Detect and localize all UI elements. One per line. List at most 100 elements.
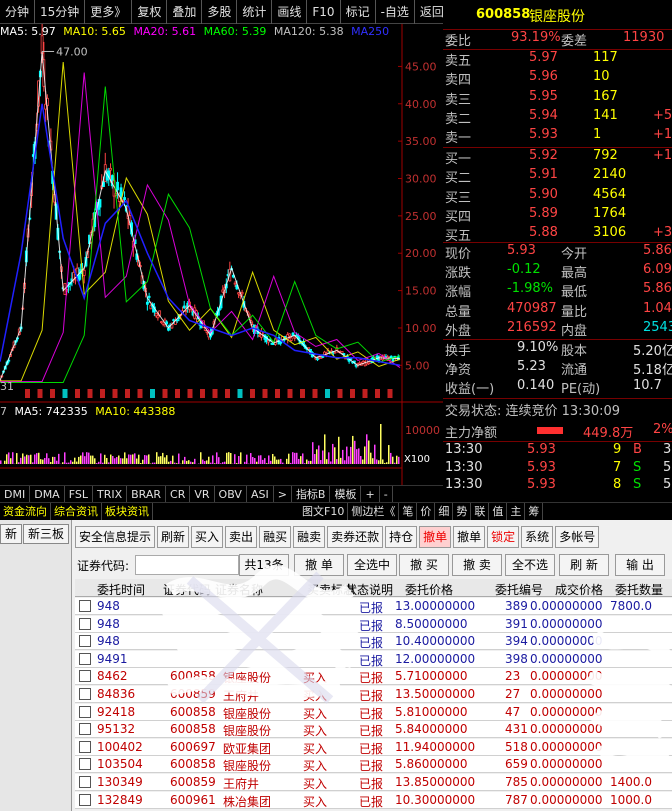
indicator-tab[interactable]: FSL xyxy=(65,486,93,502)
trade-button[interactable]: 锁定 xyxy=(487,526,520,548)
toolbar-item[interactable]: 标记 xyxy=(341,0,376,24)
info-tab[interactable]: 主 xyxy=(507,503,526,520)
row-checkbox[interactable] xyxy=(79,758,91,771)
info-tab[interactable]: 侧边栏《 xyxy=(348,503,400,520)
trade-button[interactable]: 持仓 xyxy=(385,526,418,548)
row-checkbox[interactable] xyxy=(79,723,91,736)
row-checkbox[interactable] xyxy=(79,600,91,612)
row-checkbox[interactable] xyxy=(79,793,91,806)
stat-row: 总量 470987 量比 1.04 xyxy=(443,301,672,320)
action-button[interactable]: 全选中 xyxy=(347,554,397,576)
toolbar-item[interactable]: 更多》 xyxy=(85,0,133,24)
tab-xinsanban[interactable]: 新三板 xyxy=(23,524,69,544)
info-tab[interactable]: 资金流向 xyxy=(0,503,51,520)
indicator-tab[interactable]: BRAR xyxy=(127,486,167,502)
toolbar-item[interactable]: F10 xyxy=(307,0,341,24)
row-checkbox[interactable] xyxy=(79,688,91,700)
trade-button[interactable]: 买入 xyxy=(191,526,224,548)
trade-button[interactable]: 安全信息提示 xyxy=(75,526,156,548)
trade-button[interactable]: 卖出 xyxy=(225,526,258,548)
indicator-tab[interactable]: DMI xyxy=(0,486,31,502)
info-tab[interactable]: 联 xyxy=(471,503,490,520)
toolbar-item[interactable]: 画线 xyxy=(272,0,308,24)
action-button[interactable]: 撤 单 xyxy=(294,554,344,576)
info-tab[interactable]: 值 xyxy=(489,503,508,520)
trade-button[interactable]: 撤单 xyxy=(419,526,452,548)
action-button[interactable]: 撤 买 xyxy=(399,554,449,576)
indicator-tab[interactable]: 模板 xyxy=(330,486,362,502)
info-tab[interactable]: 图文F10 xyxy=(299,503,349,520)
indicator-tab[interactable]: > xyxy=(274,486,292,502)
trade-button[interactable]: 卖券还款 xyxy=(327,526,384,548)
column-header[interactable]: 证券名称 xyxy=(215,581,263,598)
trade-button[interactable]: 融卖 xyxy=(293,526,326,548)
column-header[interactable]: 证券代码 xyxy=(163,581,211,598)
column-header[interactable]: 委托价格 xyxy=(405,581,453,598)
column-header[interactable]: 委托时间 xyxy=(97,581,145,598)
order-row[interactable]: 84836 600859 王府井 买入 已报 13.50000000 27 0.0000000… xyxy=(75,686,672,703)
trade-button[interactable]: 系统 xyxy=(521,526,554,548)
row-checkbox[interactable] xyxy=(79,776,91,788)
toolbar-item[interactable]: 分钟 xyxy=(0,0,36,24)
action-button[interactable]: 刷 新 xyxy=(559,554,609,576)
toolbar-item[interactable]: -自选 xyxy=(376,0,415,24)
column-header[interactable]: 状态说明 xyxy=(345,581,393,598)
indicator-tab[interactable]: ASI xyxy=(247,486,274,502)
order-row[interactable]: 948 已报 13.00000000 389 0.00000000 7800.0 xyxy=(75,598,672,615)
event-marker xyxy=(212,389,218,398)
ma120-label: MA120: 5.38 xyxy=(273,25,344,38)
info-tab[interactable]: 笔 xyxy=(399,503,418,520)
row-checkbox[interactable] xyxy=(79,670,91,683)
action-button[interactable]: 输 出 xyxy=(615,554,665,576)
order-row[interactable]: 130349 600859 王府井 买入 已报 13.85000000 785 0.00000… xyxy=(75,774,672,791)
tab-new[interactable]: 新 xyxy=(0,524,22,544)
code-input[interactable] xyxy=(135,555,239,575)
stat2-value: 9.10% xyxy=(517,340,559,355)
indicator-tab[interactable]: 指标B xyxy=(292,486,331,502)
order-row[interactable]: 100402 600697 欧亚集团 买入 已报 11.94000000 518 0.0000… xyxy=(75,738,672,756)
indicator-tab[interactable]: VR xyxy=(190,486,215,502)
order-row[interactable]: 948 已报 8.50000000 391 0.00000000 xyxy=(75,615,672,633)
order-row[interactable]: 8462 600858 银座股份 买入 已报 5.71000000 23 0.00000000 xyxy=(75,668,672,686)
trade-button[interactable]: 多帐号 xyxy=(555,526,600,548)
info-tab[interactable]: 板块资讯 xyxy=(102,503,153,520)
trade-button[interactable]: 融买 xyxy=(259,526,292,548)
order-row[interactable]: 103504 600858 银座股份 买入 已报 5.86000000 659 0.00000… xyxy=(75,756,672,774)
info-tab[interactable]: 细 xyxy=(435,503,454,520)
indicator-tab[interactable]: DMA xyxy=(30,486,65,502)
order-row[interactable]: 9491 已报 12.00000000 398 0.00000000 xyxy=(75,650,672,668)
action-button[interactable]: 全不选 xyxy=(505,554,555,576)
order-row[interactable]: 132849 600961 株冶集团 买入 已报 10.30000000 787 0.0000… xyxy=(75,791,672,809)
info-tab[interactable]: 筹 xyxy=(525,503,544,520)
order-row[interactable]: 948 已报 10.40000000 394 0.00000000 xyxy=(75,633,672,651)
indicator-tab[interactable]: CR xyxy=(166,486,191,502)
row-checkbox[interactable] xyxy=(79,635,91,648)
toolbar-item[interactable]: 复权 xyxy=(132,0,168,24)
indicator-tab[interactable]: + xyxy=(361,486,380,502)
indicator-tab[interactable]: OBV xyxy=(215,486,247,502)
stat2-row: 收益(一) 0.140 PE(动) 10.7 xyxy=(443,378,672,397)
trade-button[interactable]: 刷新 xyxy=(157,526,190,548)
row-checkbox[interactable] xyxy=(79,740,91,753)
info-tab[interactable]: 价 xyxy=(417,503,436,520)
row-checkbox[interactable] xyxy=(79,652,91,665)
toolbar-item[interactable]: 多股 xyxy=(202,0,238,24)
action-button[interactable]: 撤 卖 xyxy=(452,554,502,576)
row-checkbox[interactable] xyxy=(79,617,91,630)
indicator-tab[interactable]: TRIX xyxy=(93,486,128,502)
volume-bar xyxy=(18,462,20,464)
order-row[interactable]: 95132 600858 银座股份 买入 已报 5.84000000 431 0.000000… xyxy=(75,721,672,739)
info-tab[interactable]: 综合资讯 xyxy=(51,503,102,520)
order-row[interactable]: 92418 600858 银座股份 买入 已报 5.81000000 47 0.0000000… xyxy=(75,703,672,721)
column-header[interactable]: 委托数量 xyxy=(615,581,663,598)
indicator-tab[interactable]: - xyxy=(380,486,393,502)
row-checkbox[interactable] xyxy=(79,705,91,718)
toolbar-item[interactable]: 统计 xyxy=(237,0,273,24)
toolbar-item[interactable]: 叠加 xyxy=(167,0,203,24)
column-header[interactable]: 委托编号 xyxy=(495,581,543,598)
column-header[interactable]: 成交价格 xyxy=(555,581,603,598)
sell-level: 卖一 5.93 1 +1 xyxy=(443,127,672,146)
trade-button[interactable]: 撤单 xyxy=(453,526,486,548)
toolbar-item[interactable]: 15分钟 xyxy=(35,0,86,24)
info-tab[interactable]: 势 xyxy=(453,503,472,520)
